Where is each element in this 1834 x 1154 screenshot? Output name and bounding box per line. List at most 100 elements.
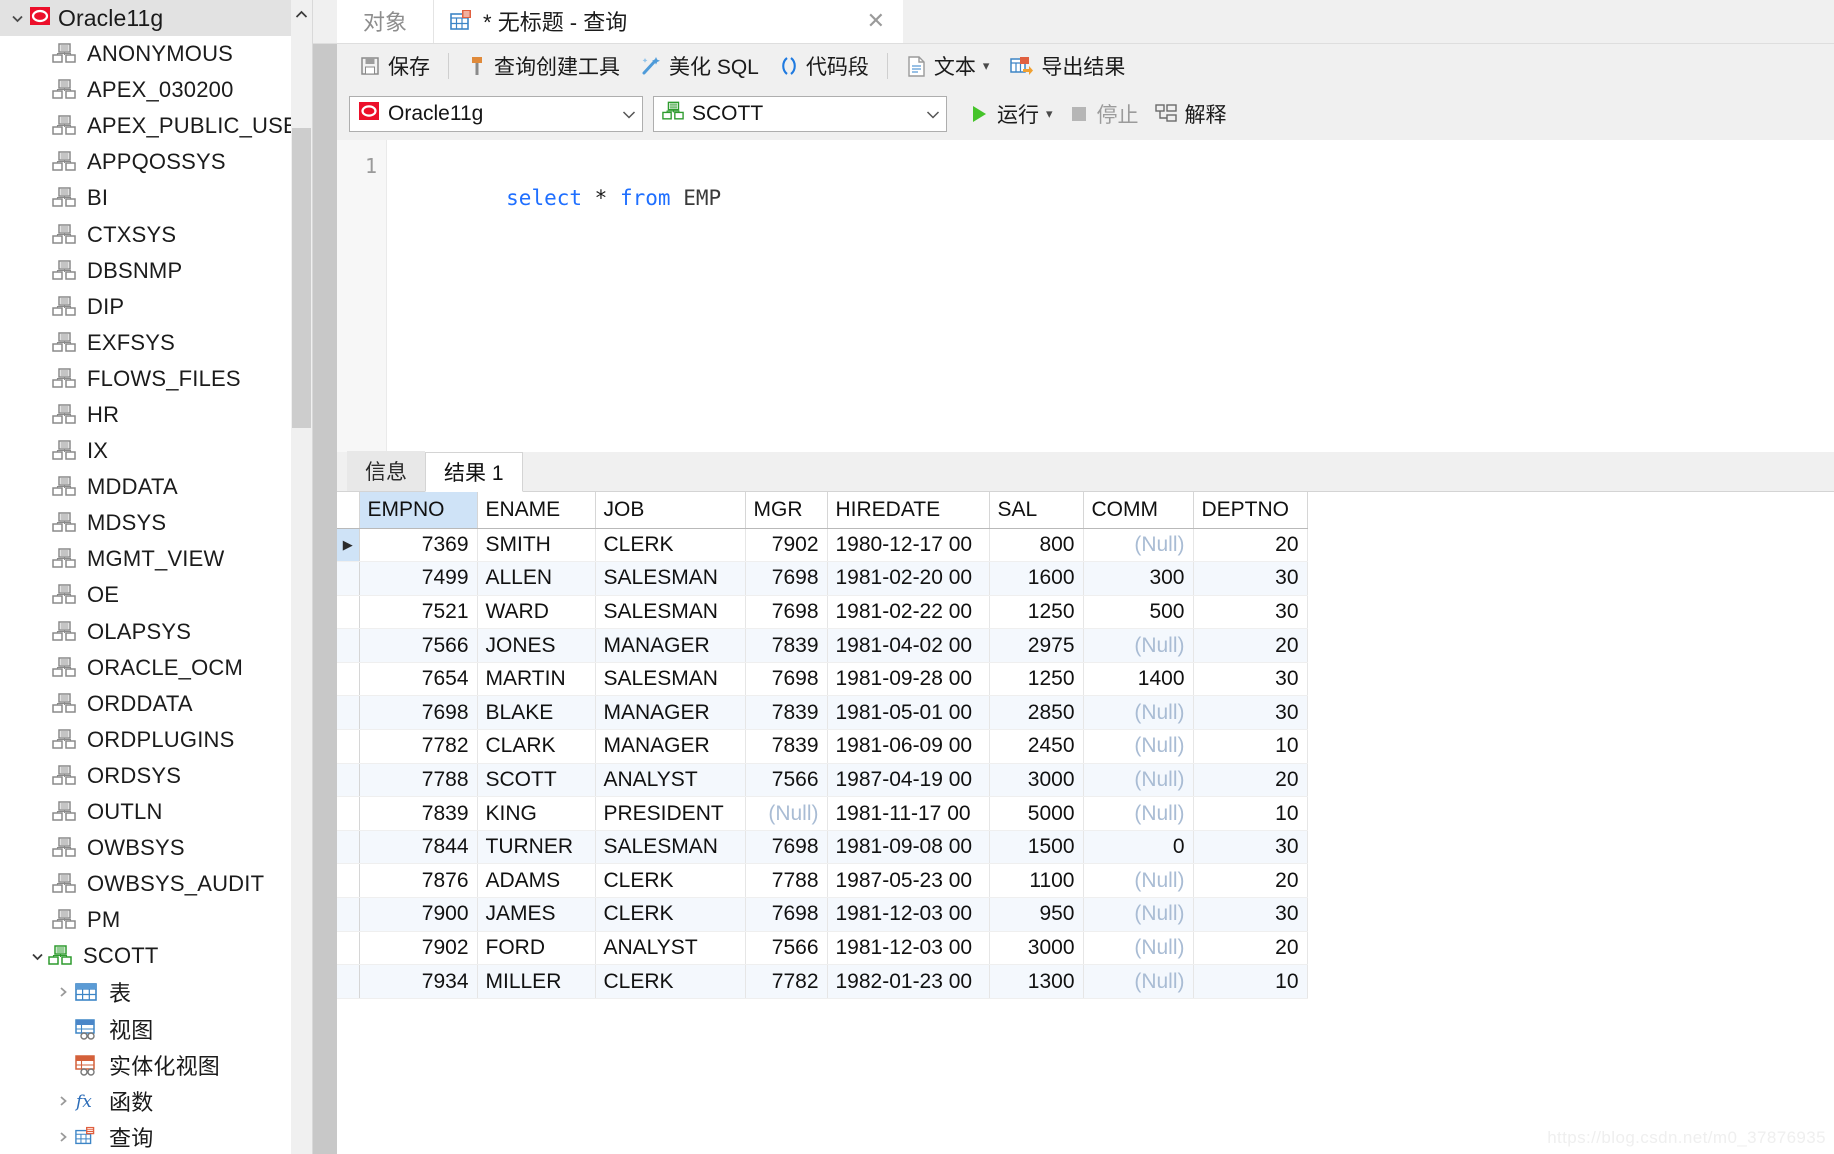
- cell-hiredate[interactable]: 1982-01-23 00: [827, 964, 990, 999]
- cell-deptno[interactable]: 30: [1193, 897, 1308, 932]
- explain-plan-button[interactable]: 解释: [1147, 99, 1235, 129]
- table-row[interactable]: 7788 SCOTT ANALYST 7566 1987-04-19 00 3000 (Nu…: [337, 763, 1308, 798]
- result-grid[interactable]: EMPNO ENAME JOB MGR HIREDATE SAL COMM DEPTNO ▶ 7…: [337, 492, 1308, 999]
- cell-sal[interactable]: 800: [989, 528, 1084, 563]
- cell-empno[interactable]: 7902: [359, 931, 478, 966]
- cell-hiredate[interactable]: 1981-06-09 00: [827, 729, 990, 764]
- cell-hiredate[interactable]: 1981-09-28 00: [827, 662, 990, 697]
- result-tab-inactive[interactable]: 信息: [347, 451, 425, 491]
- cell-ename[interactable]: ALLEN: [477, 561, 596, 596]
- cell-mgr[interactable]: 7902: [745, 528, 828, 563]
- sidebar-scrollbar-thumb[interactable]: [292, 128, 311, 428]
- cell-hiredate[interactable]: 1981-12-03 00: [827, 897, 990, 932]
- cell-mgr[interactable]: 7566: [745, 763, 828, 798]
- cell-empno[interactable]: 7900: [359, 897, 478, 932]
- cell-ename[interactable]: JONES: [477, 628, 596, 663]
- chevron-down-icon[interactable]: [6, 7, 28, 29]
- cell-deptno[interactable]: 30: [1193, 695, 1308, 731]
- cell-ename[interactable]: MILLER: [477, 964, 596, 999]
- result-grid-body[interactable]: ▶ 7369 SMITH CLERK 7902 1980-12-17 00 800 (Null…: [337, 528, 1308, 999]
- cell-comm[interactable]: (Null): [1083, 897, 1194, 932]
- cell-hiredate[interactable]: 1980-12-17 00: [827, 528, 990, 563]
- cell-ename[interactable]: SCOTT: [477, 763, 596, 798]
- cell-sal[interactable]: 1500: [989, 830, 1084, 865]
- cell-mgr[interactable]: 7839: [745, 729, 828, 764]
- tree-node-user[interactable]: ANONYMOUS: [0, 36, 312, 72]
- cell-ename[interactable]: WARD: [477, 595, 596, 630]
- cell-sal[interactable]: 3000: [989, 931, 1084, 966]
- column-header-comm[interactable]: COMM: [1083, 492, 1194, 529]
- cell-ename[interactable]: CLARK: [477, 729, 596, 764]
- cell-ename[interactable]: TURNER: [477, 830, 596, 865]
- cell-empno[interactable]: 7698: [359, 695, 478, 731]
- cell-sal[interactable]: 2850: [989, 695, 1084, 731]
- export-result-button[interactable]: 导出结果: [999, 44, 1135, 88]
- table-row[interactable]: 7876 ADAMS CLERK 7788 1987-05-23 00 1100 (Null…: [337, 863, 1308, 899]
- tree-node-user[interactable]: ORDSYS: [0, 758, 312, 794]
- cell-hiredate[interactable]: 1981-02-20 00: [827, 561, 990, 596]
- table-row[interactable]: 7521 WARD SALESMAN 7698 1981-02-22 00 1250 500…: [337, 595, 1308, 630]
- cell-empno[interactable]: 7839: [359, 796, 478, 831]
- cell-deptno[interactable]: 20: [1193, 863, 1308, 899]
- chevron-down-icon[interactable]: [920, 107, 940, 122]
- cell-deptno[interactable]: 30: [1193, 595, 1308, 630]
- cell-hiredate[interactable]: 1987-05-23 00: [827, 863, 990, 899]
- cell-comm[interactable]: (Null): [1083, 729, 1194, 764]
- tree-node-user[interactable]: EXFSYS: [0, 325, 312, 361]
- cell-job[interactable]: SALESMAN: [595, 662, 746, 697]
- tree-node-user[interactable]: MGMT_VIEW: [0, 541, 312, 577]
- cell-hiredate[interactable]: 1981-04-02 00: [827, 628, 990, 663]
- column-header-sal[interactable]: SAL: [989, 492, 1084, 529]
- chevron-down-icon[interactable]: [26, 945, 48, 967]
- cell-comm[interactable]: (Null): [1083, 796, 1194, 831]
- beautify-sql-button[interactable]: 美化 SQL: [630, 44, 769, 88]
- row-marker-cell[interactable]: [337, 662, 360, 697]
- cell-sal[interactable]: 1250: [989, 662, 1084, 697]
- cell-job[interactable]: SALESMAN: [595, 830, 746, 865]
- cell-ename[interactable]: FORD: [477, 931, 596, 966]
- code-snippet-button[interactable]: 代码段: [769, 44, 879, 88]
- cell-comm[interactable]: 500: [1083, 595, 1194, 630]
- table-row[interactable]: 7698 BLAKE MANAGER 7839 1981-05-01 00 2850 (Nu…: [337, 695, 1308, 731]
- cell-mgr[interactable]: 7698: [745, 662, 828, 697]
- cell-job[interactable]: MANAGER: [595, 628, 746, 663]
- cell-comm[interactable]: (Null): [1083, 763, 1194, 798]
- tree-node-user[interactable]: FLOWS_FILES: [0, 361, 312, 397]
- chevron-right-icon[interactable]: [52, 981, 74, 1003]
- cell-comm[interactable]: (Null): [1083, 931, 1194, 966]
- cell-sal[interactable]: 950: [989, 897, 1084, 932]
- cell-comm[interactable]: (Null): [1083, 863, 1194, 899]
- table-row[interactable]: 7499 ALLEN SALESMAN 7698 1981-02-20 00 1600 30…: [337, 561, 1308, 596]
- tree-node-user[interactable]: PM: [0, 902, 312, 938]
- cell-sal[interactable]: 1250: [989, 595, 1084, 630]
- cell-comm[interactable]: 0: [1083, 830, 1194, 865]
- cell-mgr[interactable]: 7839: [745, 695, 828, 731]
- cell-mgr[interactable]: 7698: [745, 595, 828, 630]
- cell-empno[interactable]: 7369: [359, 528, 478, 563]
- cell-sal[interactable]: 2450: [989, 729, 1084, 764]
- cell-hiredate[interactable]: 1981-11-17 00: [827, 796, 990, 831]
- cell-job[interactable]: ANALYST: [595, 931, 746, 966]
- cell-mgr[interactable]: (Null): [745, 796, 828, 831]
- row-marker-cell[interactable]: [337, 729, 360, 764]
- tree-node-user[interactable]: OWBSYS_AUDIT: [0, 866, 312, 902]
- cell-mgr[interactable]: 7566: [745, 931, 828, 966]
- tree-node-user[interactable]: MDSYS: [0, 505, 312, 541]
- tree-node-oracle11g[interactable]: Oracle11g: [0, 0, 312, 36]
- cell-hiredate[interactable]: 1987-04-19 00: [827, 763, 990, 798]
- sql-code-content[interactable]: select * from EMP: [387, 140, 1834, 452]
- save-button[interactable]: 保存: [349, 44, 440, 88]
- cell-empno[interactable]: 7934: [359, 964, 478, 999]
- query-builder-button[interactable]: 查询创建工具: [457, 44, 630, 88]
- tree-node-function[interactable]: fx 函数: [0, 1083, 312, 1119]
- tab-query-untitled[interactable]: * 无标题 - 查询 ✕: [433, 0, 904, 43]
- tab-object[interactable]: 对象: [337, 0, 434, 43]
- connection-select[interactable]: Oracle11g: [349, 96, 643, 132]
- table-row[interactable]: 7782 CLARK MANAGER 7839 1981-06-09 00 2450 (Nu…: [337, 729, 1308, 764]
- cell-deptno[interactable]: 20: [1193, 528, 1308, 563]
- sql-text-editor[interactable]: 1 select * from EMP: [313, 140, 1834, 452]
- tree-node-user[interactable]: MDDATA: [0, 469, 312, 505]
- tree-node-user[interactable]: OUTLN: [0, 794, 312, 830]
- cell-comm[interactable]: 1400: [1083, 662, 1194, 697]
- cell-mgr[interactable]: 7782: [745, 964, 828, 999]
